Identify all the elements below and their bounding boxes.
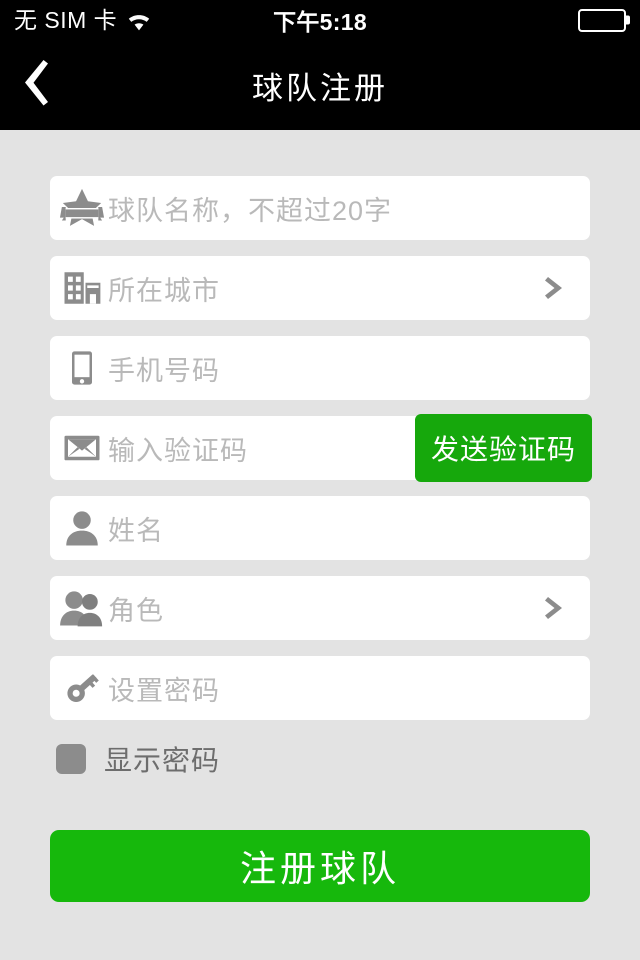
field-city[interactable]: 所在城市: [50, 256, 590, 320]
send-verification-code-button[interactable]: 发送验证码: [414, 414, 592, 482]
password-placeholder: 设置密码: [108, 675, 220, 706]
show-password-toggle[interactable]: 显示密码: [50, 736, 590, 782]
role-placeholder: 角色: [108, 595, 164, 626]
team-name-placeholder: 球队名称，不超过20字: [108, 195, 393, 226]
field-real-name[interactable]: 姓名: [50, 496, 590, 560]
page-title: 球队注册: [252, 70, 388, 106]
city-placeholder: 所在城市: [108, 275, 220, 306]
chevron-right-icon[interactable]: [542, 594, 570, 622]
field-phone[interactable]: 手机号码: [50, 336, 590, 400]
star-banner-icon: [58, 184, 106, 232]
person-icon: [58, 504, 106, 552]
carrier-label: 无 SIM 卡: [14, 6, 118, 33]
registration-form: 球队名称，不超过20字 所在城市 手机号码 输入验证码 发送验证码 姓名 角色 …: [0, 130, 640, 902]
status-bar-right: [578, 8, 626, 32]
key-icon: [58, 664, 106, 712]
show-password-label: 显示密码: [104, 745, 221, 776]
field-team-name[interactable]: 球队名称，不超过20字: [50, 176, 590, 240]
back-button[interactable]: [22, 40, 98, 130]
clock-label: 下午5:18: [273, 9, 367, 35]
real-name-placeholder: 姓名: [108, 515, 164, 546]
status-bar: 无 SIM 卡 下午5:18: [0, 0, 640, 40]
smartphone-icon: [58, 344, 106, 392]
chevron-right-icon[interactable]: [542, 274, 570, 302]
battery-icon: [578, 8, 626, 32]
envelope-icon: [58, 424, 106, 472]
chevron-left-icon: [22, 59, 52, 111]
wifi-icon: [126, 12, 152, 31]
checkbox-icon[interactable]: [56, 744, 86, 774]
people-icon: [58, 584, 106, 632]
field-role[interactable]: 角色: [50, 576, 590, 640]
field-verification-code[interactable]: 输入验证码 发送验证码: [50, 414, 592, 482]
app-screen: 无 SIM 卡 下午5:18 球队注册 球队名称，不超过20字 所在城市 手机号…: [0, 0, 640, 960]
verification-code-placeholder: 输入验证码: [108, 435, 248, 466]
navigation-bar: 球队注册: [0, 40, 640, 130]
phone-placeholder: 手机号码: [108, 355, 220, 386]
field-password[interactable]: 设置密码: [50, 656, 590, 720]
register-team-button[interactable]: 注册球队: [50, 830, 590, 902]
building-icon: [58, 264, 106, 312]
status-bar-left: 无 SIM 卡: [14, 6, 152, 33]
